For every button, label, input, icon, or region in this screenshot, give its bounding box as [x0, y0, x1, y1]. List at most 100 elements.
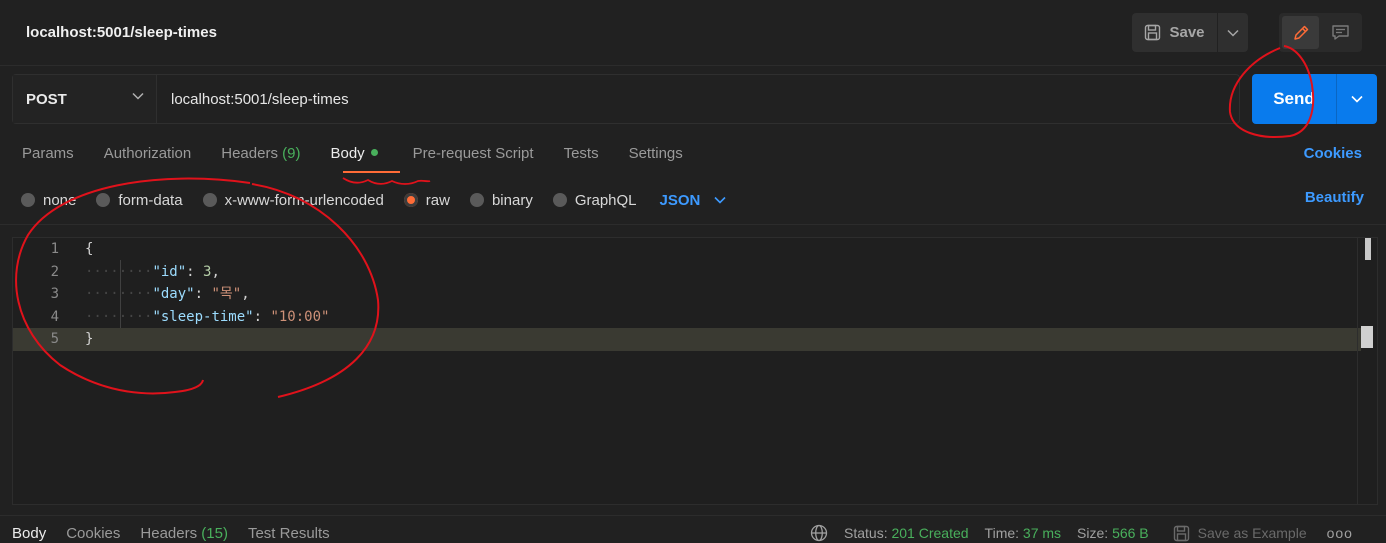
save-as-example-button[interactable]: Save as Example: [1173, 525, 1307, 542]
response-tab-test-results[interactable]: Test Results: [248, 525, 330, 542]
save-button[interactable]: Save: [1132, 13, 1217, 52]
tab-prerequest-script[interactable]: Pre-request Script: [413, 145, 534, 167]
radio-label: x-www-form-urlencoded: [224, 191, 384, 209]
url-input[interactable]: localhost:5001/sleep-times: [157, 75, 1239, 123]
radio-button[interactable]: [552, 193, 567, 207]
more-options-button[interactable]: ooo: [1327, 525, 1353, 541]
radio-button-selected[interactable]: [403, 193, 418, 207]
time-label: Time:: [984, 525, 1020, 541]
comments-button[interactable]: [1322, 16, 1359, 49]
save-dropdown-button[interactable]: [1217, 13, 1248, 52]
scrollbar-thumb[interactable]: [1365, 238, 1371, 260]
response-tabs: Body Cookies Headers (15) Test Results: [12, 525, 350, 542]
close-brace: }: [85, 331, 94, 347]
globe-icon[interactable]: [810, 524, 828, 542]
title-bar: localhost:5001/sleep-times Save: [0, 0, 1386, 66]
radio-label: none: [43, 191, 77, 209]
postman-request-view: localhost:5001/sleep-times Save POST loc…: [0, 0, 1386, 543]
method-select[interactable]: POST: [13, 75, 157, 123]
json-colon: :: [186, 263, 204, 280]
code-line-current: 5 }: [13, 328, 1361, 351]
save-group: Save: [1132, 13, 1248, 52]
body-editor[interactable]: 1 { 2 ········"id": 3, 3 ········"day": …: [12, 237, 1378, 505]
overview-ruler: [1357, 238, 1358, 504]
divider: [0, 224, 1386, 225]
cookies-link[interactable]: Cookies: [1304, 145, 1362, 162]
chevron-down-icon: [714, 196, 726, 204]
radio-urlencoded[interactable]: x-www-form-urlencoded: [202, 191, 384, 209]
language-label: JSON: [659, 191, 701, 209]
tab-body-label: Body: [330, 145, 365, 162]
save-as-example-label: Save as Example: [1197, 525, 1307, 541]
radio-button[interactable]: [202, 193, 217, 207]
tab-headers-count: (9): [282, 145, 301, 162]
json-value: "10:00": [270, 308, 330, 325]
chevron-down-icon: [132, 92, 144, 100]
chevron-down-icon: [1227, 29, 1239, 37]
send-dropdown-button[interactable]: [1336, 74, 1377, 124]
radio-button[interactable]: [469, 193, 484, 207]
beautify-button[interactable]: Beautify: [1305, 189, 1364, 206]
line-number: 1: [50, 241, 59, 257]
save-icon: [1145, 24, 1161, 41]
body-type-selector: none form-data x-www-form-urlencoded raw…: [21, 189, 726, 211]
modified-dot: [370, 149, 378, 156]
tab-params[interactable]: Params: [22, 145, 74, 167]
code-line: 2 ········"id": 3,: [13, 261, 1361, 284]
response-tab-headers-count: (15): [201, 525, 228, 542]
response-tab-headers[interactable]: Headers (15): [140, 525, 228, 542]
json-colon: :: [253, 308, 271, 325]
code-text: {: [85, 238, 93, 261]
line-number: 3: [50, 286, 59, 302]
radio-label: form-data: [118, 191, 183, 209]
line-number: 5: [50, 331, 59, 347]
response-tab-body[interactable]: Body: [12, 525, 46, 542]
radio-label: raw: [425, 191, 450, 209]
comment-icon: [1332, 25, 1349, 40]
size-value[interactable]: 566 B: [1112, 525, 1149, 541]
tab-body[interactable]: Body: [330, 145, 378, 167]
response-tab-headers-label: Headers: [140, 525, 198, 542]
tab-headers-label: Headers: [221, 145, 278, 162]
save-icon: [1173, 525, 1189, 541]
tab-authorization[interactable]: Authorization: [104, 145, 192, 167]
json-comma: ,: [241, 286, 250, 302]
code-line: 3 ········"day": "목",: [13, 283, 1361, 306]
radio-graphql[interactable]: GraphQL: [552, 192, 637, 209]
radio-button[interactable]: [96, 193, 111, 207]
whitespace-dots: ········: [85, 263, 153, 280]
response-tab-cookies[interactable]: Cookies: [66, 525, 120, 542]
tab-tests[interactable]: Tests: [564, 145, 599, 167]
code-text: ········"id": 3,: [85, 261, 220, 284]
response-meta: Status: 201 Created Time: 37 ms Size: 56…: [810, 524, 1353, 542]
json-comma: ,: [211, 263, 220, 280]
size-label: Size:: [1077, 525, 1109, 541]
radio-button[interactable]: [21, 193, 35, 207]
language-select[interactable]: JSON: [660, 192, 727, 209]
radio-form-data[interactable]: form-data: [96, 191, 183, 209]
save-label: Save: [1169, 24, 1205, 41]
whitespace-dots: ········: [85, 286, 153, 302]
json-key: "sleep-time": [152, 308, 254, 325]
status-value[interactable]: 201 Created: [891, 525, 968, 541]
request-tabs: Params Authorization Headers (9) Body Pr…: [22, 145, 713, 167]
divider: [0, 515, 1386, 516]
radio-none[interactable]: none: [21, 192, 76, 209]
radio-binary[interactable]: binary: [469, 191, 533, 209]
status-label: Status:: [844, 525, 888, 541]
radio-label: binary: [491, 191, 533, 209]
send-button[interactable]: Send: [1252, 74, 1336, 124]
json-key: "id": [152, 263, 187, 280]
code-line: 1 {: [13, 238, 1361, 261]
code-text: ········"day": "목",: [85, 283, 250, 306]
tab-settings[interactable]: Settings: [629, 145, 683, 167]
chevron-down-icon: [1351, 95, 1363, 103]
code-text: ········"sleep-time": "10:00": [85, 306, 329, 329]
request-title[interactable]: localhost:5001/sleep-times: [26, 24, 217, 41]
edit-mode-button[interactable]: [1282, 16, 1319, 49]
indent-guide: [120, 260, 121, 328]
json-colon: :: [194, 286, 212, 302]
tab-headers[interactable]: Headers (9): [221, 145, 300, 167]
time-value[interactable]: 37 ms: [1023, 525, 1061, 541]
radio-raw[interactable]: raw: [403, 191, 450, 209]
